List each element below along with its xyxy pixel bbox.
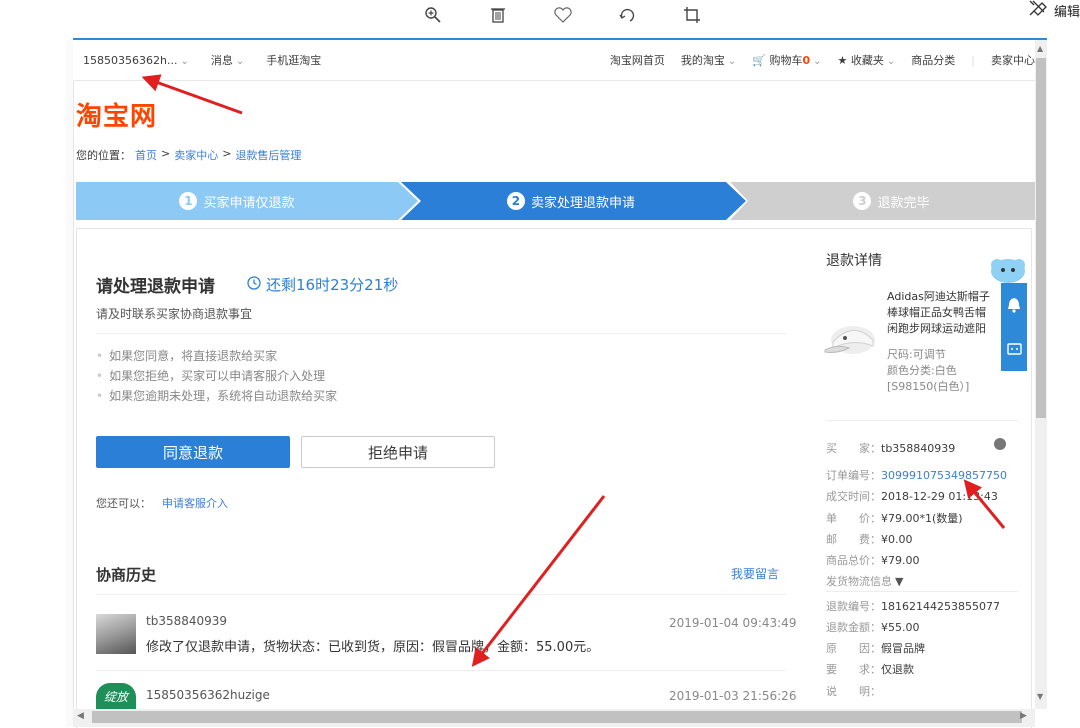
annotation-arrow bbox=[141, 74, 243, 115]
annotation-overlay bbox=[141, 74, 1006, 667]
annotation-arrow bbox=[471, 495, 606, 667]
annotation-arrow bbox=[963, 479, 1006, 529]
